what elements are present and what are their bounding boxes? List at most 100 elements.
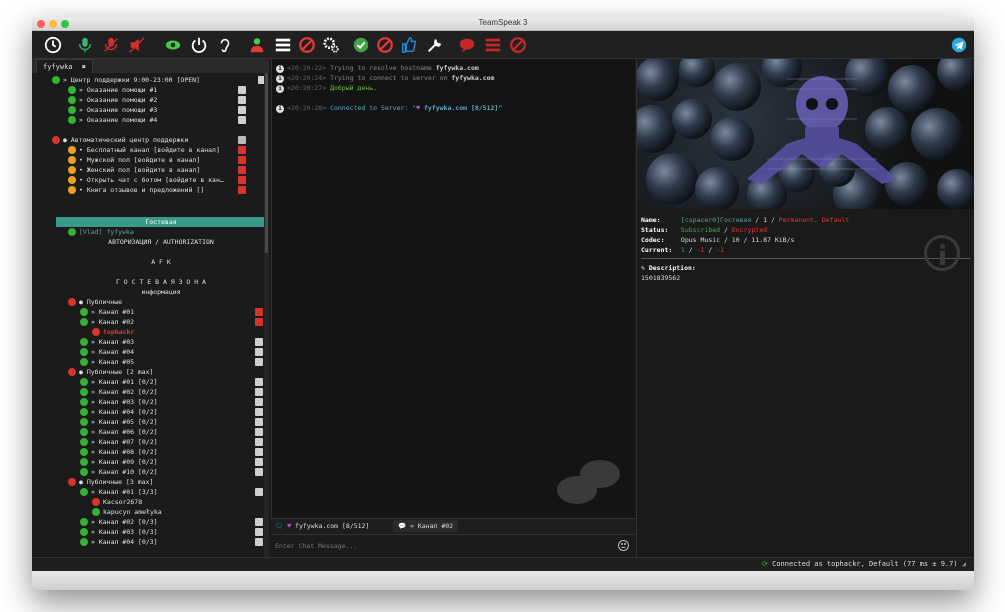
ear-icon[interactable] (214, 34, 236, 56)
chat-message-input[interactable] (275, 539, 605, 553)
forbidden-icon[interactable] (296, 34, 318, 56)
lock-icon (255, 378, 263, 386)
lock-icon (255, 398, 263, 406)
channel-label: » Оказание помощи #4 (79, 116, 158, 124)
channel-open-icon (80, 358, 88, 366)
clock-icon[interactable] (42, 34, 64, 56)
server-list-icon[interactable] (272, 34, 294, 56)
channel-open-icon (80, 458, 88, 466)
check-icon[interactable] (350, 34, 372, 56)
channel-open-icon (80, 378, 88, 386)
channel-label: » Канал #05 [0/2] (91, 418, 158, 426)
info-channel-label: информация (141, 288, 181, 296)
channel-label: » Канал #10 [0/2] (91, 468, 158, 476)
channel-row-guest-zone[interactable]: Г О С Т Е В А Я З О Н А (56, 277, 266, 287)
wrench-icon[interactable] (424, 34, 446, 56)
thumbs-up-icon[interactable] (398, 34, 420, 56)
speech-bubble-icon[interactable] (456, 34, 478, 56)
channel-private-icon (68, 156, 76, 164)
channel-open-icon (80, 528, 88, 536)
power-icon[interactable] (188, 34, 210, 56)
speaker-muted-icon[interactable] (126, 34, 148, 56)
eye-icon[interactable] (162, 34, 184, 56)
chat-tab-server[interactable]: 🗨 ♥ fyfywka.com [8/512] (275, 522, 369, 530)
smiley-icon[interactable] (618, 540, 629, 551)
chat-log: i <20:20:22> Trying to resolve hostname f… (271, 59, 635, 518)
chat-tabs: 🗨 ♥ fyfywka.com [8/512] 💬 » Канал #02 (271, 518, 635, 534)
window-title: TeamSpeak 3 (478, 18, 528, 27)
channel-tree: » Центр поддержки 9:00-23:00 [OPEN] » Ока… (32, 73, 269, 590)
channel-label: » Канал #03 [0/2] (91, 398, 158, 406)
server-list-icon[interactable] (482, 34, 504, 56)
channel-row-info[interactable]: информация (56, 287, 266, 297)
mic-muted-icon[interactable] (100, 34, 122, 56)
info-name-row: Name: [cspacer0]Гостевая / 1 / Permanent… (641, 216, 850, 224)
channel-open-icon (80, 388, 88, 396)
server-tab[interactable]: fyfywka ✖ (36, 59, 93, 73)
resize-grip-icon[interactable]: ◢ (962, 560, 966, 568)
chat-host[interactable]: fyfywka.com (451, 74, 494, 82)
channel-flag-icon (255, 348, 263, 356)
lock-icon (238, 156, 246, 164)
users-icon[interactable] (246, 34, 268, 56)
chat-text: Trying to connect to server on (330, 74, 452, 82)
chat-text: Connected to Server: " (330, 104, 417, 112)
lock-icon (238, 146, 246, 154)
channel-label: » Канал #06 [0/2] (91, 428, 158, 436)
channel-row-auth[interactable]: АВТОРИЗАЦИЯ / AUTHORIZATION (56, 237, 266, 247)
guest-channel-label: Гостевая (145, 218, 177, 226)
user-2-name: kapucyn amełyka (103, 508, 162, 516)
channel-open-icon (68, 106, 76, 114)
channel-label: • Бесплатный канал [войдите в канал] (79, 146, 220, 154)
channel-private-icon (68, 186, 76, 194)
channel-label: » Канал #01 [3/3] (91, 488, 158, 496)
channel-label: » Канал #03 [0/3] (91, 528, 158, 536)
forbidden-icon[interactable] (374, 34, 396, 56)
info-status-row: Status: Subscribed / Encrypted (641, 226, 768, 234)
server-tab-bar: fyfywka ✖ (32, 59, 269, 73)
lock-icon (255, 388, 263, 396)
forbidden-icon[interactable] (507, 34, 529, 56)
chat-message: i <20:20:22> Trying to resolve hostname f… (276, 63, 479, 73)
info-name-label: Name: (641, 216, 661, 224)
info-icon: i (276, 85, 284, 93)
chat-text: Добрый день. (330, 84, 378, 92)
chat-tab-channel[interactable]: 💬 » Канал #02 (393, 520, 459, 532)
channel-tree-scrollbar[interactable] (264, 73, 269, 590)
channel-open-icon (80, 468, 88, 476)
info-icon: i (276, 105, 284, 113)
mic-icon[interactable] (74, 34, 96, 56)
channel-open-icon (80, 418, 88, 426)
channel-open-icon (80, 488, 88, 496)
channel-flag-icon (255, 308, 263, 316)
telegram-icon[interactable] (948, 34, 970, 56)
info-description-row: ✎ Description: (641, 264, 696, 272)
channel-closed-icon (68, 478, 76, 486)
close-tab-icon[interactable]: ✖ (82, 63, 86, 71)
lock-icon (255, 518, 263, 526)
channel-row-guest[interactable]: Гостевая (56, 217, 266, 227)
channel-label: » Канал #03 (91, 338, 135, 346)
channel-label: » Канал #05 (91, 358, 135, 366)
channel-label: » Канал #09 [0/2] (91, 458, 158, 466)
teamspeak-window: TeamSpeak 3 fyfywka ✖ » Центр поддержки … (32, 17, 974, 590)
channel-open-icon (80, 438, 88, 446)
info-description-value: 1501839562 (641, 274, 681, 282)
channel-open-icon (68, 86, 76, 94)
window-bottom-edge (32, 571, 974, 590)
channel-open-icon (80, 448, 88, 456)
chat-host[interactable]: fyfywka.com [8/512]" (424, 104, 502, 112)
channel-row-afk[interactable]: A F K (56, 257, 266, 267)
channel-label: • Мужской пол [войдите в канал] (79, 156, 201, 164)
user-idle-icon (92, 508, 100, 516)
banner-artwork (637, 59, 974, 209)
channel-open-icon (80, 398, 88, 406)
channel-open-icon (80, 538, 88, 546)
channel-label: » Канал #04 (91, 348, 135, 356)
chat-host[interactable]: fyfywka.com (436, 64, 479, 72)
channel-label: » Канал #08 [0/2] (91, 448, 158, 456)
info-current-row: Current: 1 / -1 / -1 (641, 246, 724, 254)
gear-icon[interactable] (320, 34, 342, 56)
channel-open-icon (68, 96, 76, 104)
chat-message: i <20:20:28> Connected to Server: "♥ fyfy… (276, 103, 502, 113)
